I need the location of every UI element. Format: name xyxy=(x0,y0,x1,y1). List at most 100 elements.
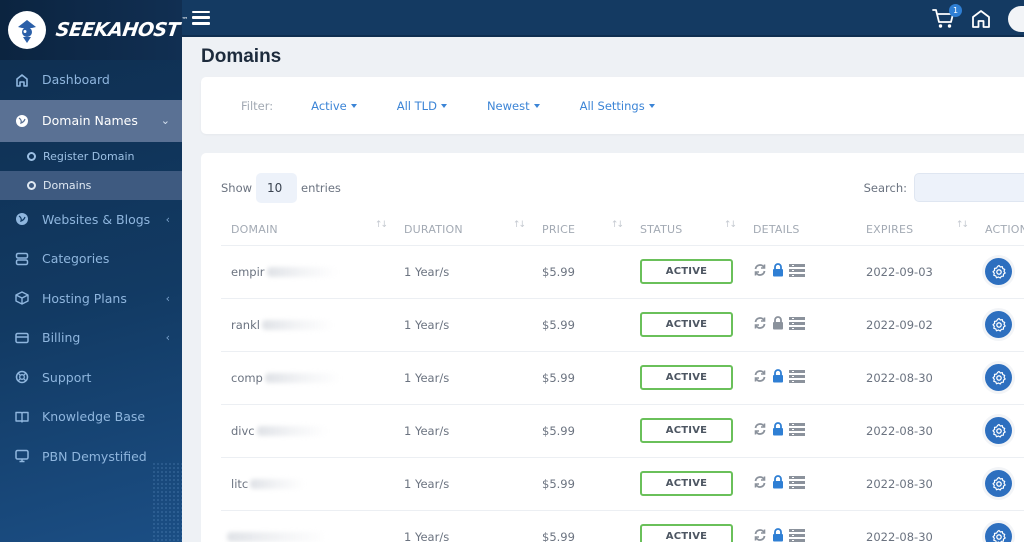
column-label: PRICE xyxy=(542,223,576,237)
gear-icon xyxy=(991,370,1006,385)
domain-name: empir xyxy=(231,264,265,279)
dns-records-icon[interactable] xyxy=(789,528,805,542)
column-label: STATUS xyxy=(640,223,683,237)
chevron-left-icon: ‹ xyxy=(165,212,170,226)
dns-records-icon[interactable] xyxy=(789,316,805,333)
expires-cell: 2022-08-30 xyxy=(856,457,975,511)
column-header-expires[interactable]: EXPIRES ↑↓ xyxy=(856,215,975,246)
filter-sort-dropdown[interactable]: Newest xyxy=(487,99,540,113)
auto-renew-icon[interactable] xyxy=(753,369,767,386)
table-row: rankl 1 Year/s $5.99 ACTIVE 2022-09-02 xyxy=(221,298,1024,352)
column-header-details: DETAILS xyxy=(743,215,856,246)
actions-cell xyxy=(975,404,1024,458)
sidebar-item-billing[interactable]: Billing ‹ xyxy=(0,318,182,358)
domain-cell[interactable]: comp xyxy=(221,351,394,405)
column-header-status[interactable]: STATUS ↑↓ xyxy=(630,215,743,246)
price-cell: $5.99 xyxy=(532,404,630,458)
domain-cell[interactable]: divc xyxy=(221,404,394,458)
settings-button[interactable] xyxy=(985,258,1012,285)
auto-renew-icon[interactable] xyxy=(753,316,767,333)
sidebar-subitem-domains[interactable]: Domains xyxy=(0,170,182,200)
filter-tld-dropdown[interactable]: All TLD xyxy=(397,99,447,113)
domain-cell[interactable] xyxy=(221,510,394,542)
filter-status-dropdown[interactable]: Active xyxy=(311,99,357,113)
sidebar-item-websites-blogs[interactable]: Websites & Blogs ‹ xyxy=(0,200,182,240)
dns-records-icon[interactable] xyxy=(789,475,805,492)
filter-bar: Filter: Active All TLD Newest All Settin… xyxy=(201,77,1024,134)
duration-cell: 1 Year/s xyxy=(394,404,532,458)
domain-cell[interactable]: empir xyxy=(221,245,394,299)
sidebar-item-label: Support xyxy=(42,369,92,385)
user-avatar[interactable] xyxy=(1008,5,1024,32)
lock-icon[interactable] xyxy=(772,263,784,280)
table-row: 1 Year/s $5.99 ACTIVE 2022-08-30 xyxy=(221,510,1024,542)
auto-renew-icon[interactable] xyxy=(753,263,767,280)
expires-cell: 2022-09-03 xyxy=(856,245,975,299)
expires-cell: 2022-08-30 xyxy=(856,351,975,405)
expires-cell: 2022-08-30 xyxy=(856,510,975,542)
actions-cell xyxy=(975,245,1024,299)
table-row: litc 1 Year/s $5.99 ACTIVE 2022-08-30 xyxy=(221,457,1024,511)
globe-icon xyxy=(14,113,30,129)
dns-records-icon[interactable] xyxy=(789,263,805,280)
settings-button[interactable] xyxy=(985,470,1012,497)
sidebar-item-hosting-plans[interactable]: Hosting Plans ‹ xyxy=(0,279,182,319)
home-icon xyxy=(14,72,30,88)
sidebar-nav: Dashboard Domain Names ⌄ Register Domain… xyxy=(0,60,182,476)
sidebar-item-domain-names[interactable]: Domain Names ⌄ xyxy=(0,99,182,142)
price-cell: $5.99 xyxy=(532,457,630,511)
settings-button[interactable] xyxy=(985,523,1012,542)
status-badge: ACTIVE xyxy=(640,418,733,443)
dns-records-icon[interactable] xyxy=(789,422,805,439)
settings-button[interactable] xyxy=(985,311,1012,338)
status-cell: ACTIVE xyxy=(630,457,743,511)
home-icon xyxy=(972,9,990,28)
column-header-domain[interactable]: DOMAIN ↑↓ xyxy=(221,215,394,246)
sidebar-item-dashboard[interactable]: Dashboard xyxy=(0,60,182,100)
lock-icon[interactable] xyxy=(772,528,784,542)
search-input[interactable] xyxy=(914,173,1024,202)
sort-icon: ↑↓ xyxy=(723,220,737,230)
lock-icon[interactable] xyxy=(772,369,784,386)
page-length-select[interactable]: 10 xyxy=(256,173,298,203)
column-header-price[interactable]: PRICE ↑↓ xyxy=(532,215,630,246)
lock-icon[interactable] xyxy=(772,422,784,439)
auto-renew-icon[interactable] xyxy=(753,528,767,542)
lock-icon[interactable] xyxy=(772,475,784,492)
duration-cell: 1 Year/s xyxy=(394,510,532,542)
brand[interactable]: SEEKAHOST ™ xyxy=(0,0,188,60)
circle-icon xyxy=(27,151,36,161)
sidebar-item-support[interactable]: Support xyxy=(0,358,182,398)
domain-cell[interactable]: litc xyxy=(221,457,394,511)
sort-icon: ↑↓ xyxy=(955,220,969,230)
settings-button[interactable] xyxy=(985,417,1012,444)
page-title: Domains xyxy=(201,46,282,67)
chevron-left-icon: ‹ xyxy=(165,291,170,305)
home-button[interactable] xyxy=(970,8,992,30)
auto-renew-icon[interactable] xyxy=(753,422,767,439)
sidebar-item-categories[interactable]: Categories xyxy=(0,239,182,279)
filter-settings-dropdown[interactable]: All Settings xyxy=(580,99,655,113)
book-icon xyxy=(14,409,30,425)
status-cell: ACTIVE xyxy=(630,404,743,458)
sidebar-subitem-register-domain[interactable]: Register Domain xyxy=(0,142,182,171)
auto-renew-icon[interactable] xyxy=(753,475,767,492)
sidebar-item-knowledge-base[interactable]: Knowledge Base xyxy=(0,397,182,437)
dns-records-icon[interactable] xyxy=(789,369,805,386)
page-length-control: Show 10 entries xyxy=(221,173,341,203)
status-cell: ACTIVE xyxy=(630,510,743,542)
brand-trademark: ™ xyxy=(181,16,189,24)
menu-toggle-icon[interactable] xyxy=(192,10,210,25)
sidebar-item-label: Billing xyxy=(42,330,81,346)
domain-cell[interactable]: rankl xyxy=(221,298,394,352)
gear-icon xyxy=(991,264,1006,279)
lock-icon[interactable] xyxy=(772,316,784,333)
caret-down-icon xyxy=(440,103,447,108)
details-cell xyxy=(743,245,856,299)
expires-cell: 2022-08-30 xyxy=(856,404,975,458)
price-cell: $5.99 xyxy=(532,298,630,352)
details-cell xyxy=(743,298,856,352)
column-header-duration[interactable]: DURATION ↑↓ xyxy=(394,215,532,246)
settings-button[interactable] xyxy=(985,364,1012,391)
cart-button[interactable]: 1 xyxy=(932,3,962,30)
